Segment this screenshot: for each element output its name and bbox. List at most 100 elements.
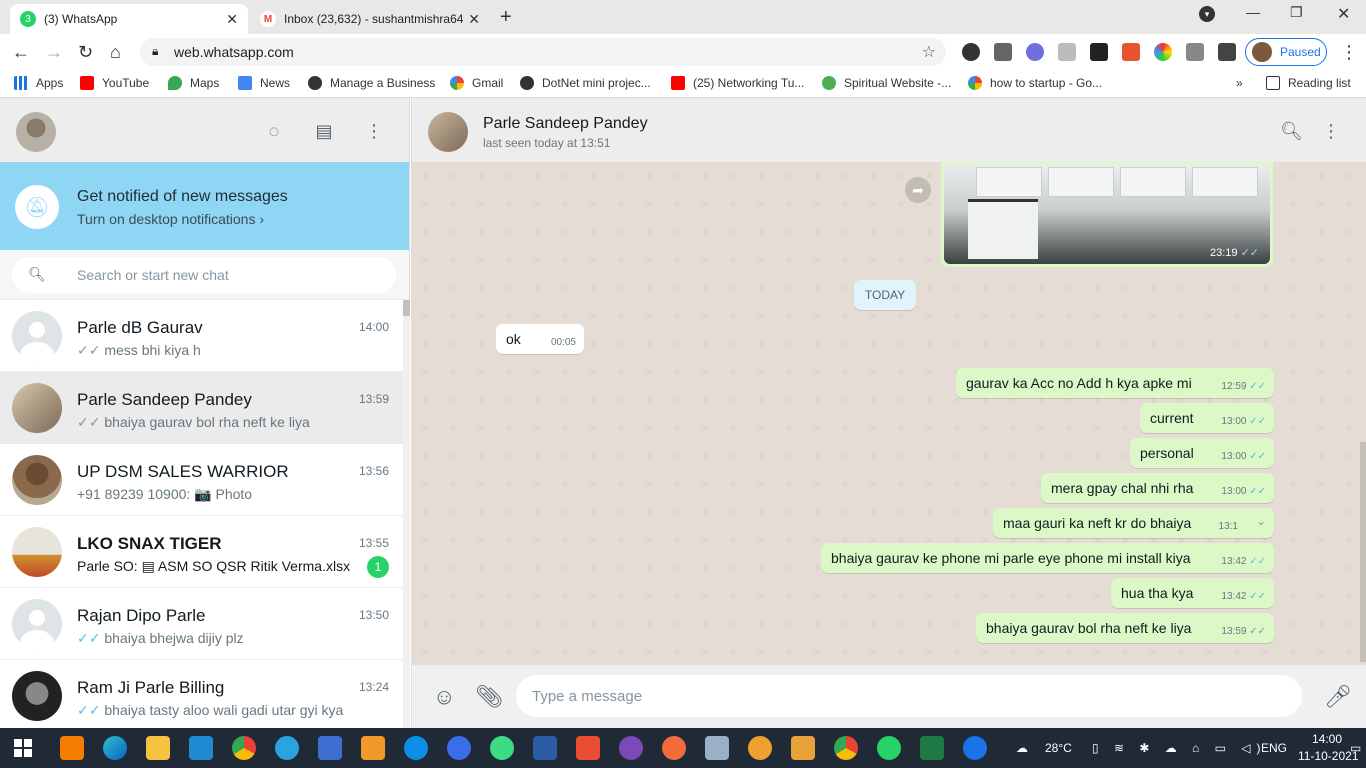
edge-icon[interactable] (103, 736, 127, 760)
chat-item[interactable]: Ram Ji Parle Billing 13:24 ✓✓ bhaiya tas… (0, 660, 409, 732)
extension-icon[interactable] (994, 43, 1012, 61)
close-icon[interactable]: ✕ (468, 11, 480, 28)
git-icon[interactable] (576, 736, 600, 760)
outgoing-message[interactable]: maa gauri ka neft kr do bhaiya 13:1 ⌄ (993, 508, 1274, 538)
help-icon[interactable] (963, 736, 987, 760)
bookmark-maps[interactable]: Maps (168, 76, 219, 90)
outgoing-message[interactable]: bhaiya gaurav ke phone mi parle eye phon… (821, 543, 1274, 573)
tab-gmail[interactable]: M Inbox (23,632) - sushantmishra64 ✕ (250, 4, 490, 34)
more-bookmarks-button[interactable]: » (1236, 76, 1243, 90)
bookmark-news[interactable]: News (238, 76, 290, 90)
tab-search-icon[interactable]: ▾ (1199, 6, 1215, 22)
outgoing-message[interactable]: gaurav ka Acc no Add h kya apke mi 12:59… (956, 368, 1274, 398)
github-icon[interactable] (619, 736, 643, 760)
incoming-message[interactable]: ok 00:05 (496, 324, 584, 354)
extension-icon[interactable] (1026, 43, 1044, 61)
firefox-icon[interactable] (447, 736, 471, 760)
chrome-icon[interactable] (232, 736, 256, 760)
bookmark-startup[interactable]: how to startup - Go... (968, 76, 1102, 90)
chat-item[interactable]: LKO SNAX TIGER 13:55 Parle SO: ▤ ASM SO … (0, 516, 409, 588)
language-indicator[interactable]: ENG (1261, 741, 1287, 755)
reading-list-button[interactable]: Reading list (1266, 76, 1351, 90)
chat-item[interactable]: Parle dB Gaurav 14:00 ✓✓ mess bhi kiya h (0, 300, 409, 372)
clock-time[interactable]: 14:00 (1312, 732, 1342, 746)
microphone-icon[interactable]: 🎤︎ (1324, 684, 1352, 710)
windows-start-icon[interactable] (14, 739, 32, 757)
extension-k-icon[interactable] (962, 43, 980, 61)
chrome-icon[interactable] (834, 736, 858, 760)
bookmark-star-icon[interactable]: ☆ (922, 42, 936, 62)
weather-icon[interactable]: ☁ (1016, 741, 1028, 755)
message-input[interactable]: Type a message (516, 675, 1302, 717)
weather-temp[interactable]: 28°C (1045, 741, 1072, 755)
whatsapp-icon[interactable] (877, 736, 901, 760)
notification-link[interactable]: Turn on desktop notifications › (77, 211, 264, 227)
menu-icon[interactable]: ⋮ (1320, 120, 1342, 142)
address-bar[interactable]: 🔒︎ web.whatsapp.com ☆ (140, 38, 946, 66)
profile-button[interactable]: Paused (1245, 38, 1327, 66)
avatar[interactable] (16, 112, 56, 152)
camera-icon[interactable] (1186, 43, 1204, 61)
extension-icon[interactable] (1090, 43, 1108, 61)
bookmark-networking[interactable]: (25) Networking Tu... (671, 76, 804, 90)
bookmark-spiritual[interactable]: Spiritual Website -... (822, 76, 951, 90)
forward-icon[interactable]: ➦ (905, 177, 931, 203)
chat-list-scrollbar[interactable] (403, 300, 410, 728)
puzzle-icon[interactable] (1218, 43, 1236, 61)
notifications-icon[interactable]: ▭ (1350, 741, 1361, 755)
message-scrollbar[interactable] (1360, 162, 1366, 665)
outgoing-message[interactable]: mera gpay chal nhi rha 13:00 ✓✓ (1041, 473, 1274, 503)
vscode-icon[interactable] (189, 736, 213, 760)
extension-icon[interactable] (1122, 43, 1140, 61)
scrollbar-thumb[interactable] (1360, 442, 1366, 662)
teamviewer-icon[interactable] (404, 736, 428, 760)
excel-icon[interactable] (920, 736, 944, 760)
postman-icon[interactable] (662, 736, 686, 760)
chat-item[interactable]: Parle Sandeep Pandey 13:59 ✓✓ bhaiya gau… (0, 372, 409, 444)
outgoing-message[interactable]: personal 13:00 ✓✓ (1130, 438, 1274, 468)
outgoing-message[interactable]: current 13:00 ✓✓ (1140, 403, 1274, 433)
image-message[interactable]: 23:19 ✓✓ (941, 162, 1273, 267)
new-chat-icon[interactable]: ▤ (313, 120, 335, 142)
outgoing-message[interactable]: hua tha kya 13:42 ✓✓ (1111, 578, 1274, 608)
extension-icon[interactable] (1154, 43, 1172, 61)
forward-icon[interactable]: → (45, 42, 63, 63)
bookmark-youtube[interactable]: YouTube (80, 76, 149, 90)
avatar[interactable] (428, 112, 468, 152)
android-studio-icon[interactable] (490, 736, 514, 760)
attach-icon[interactable]: 📎︎ (475, 684, 503, 710)
bookmark-dotnet[interactable]: DotNet mini projec... (520, 76, 651, 90)
tray-icons[interactable]: ▯ ≋ ✱ ☁ ⌂ ▭ ◁) (1092, 741, 1267, 755)
emoji-icon[interactable]: ☺ (433, 684, 455, 710)
powershell-icon[interactable] (533, 736, 557, 760)
bookmark-apps[interactable]: Apps (14, 76, 63, 90)
notification-banner[interactable]: 🔕︎ Get notified of new messages Turn on … (0, 162, 409, 250)
new-tab-button[interactable]: + (500, 6, 512, 29)
extension-icon[interactable] (1058, 43, 1076, 61)
tab-whatsapp[interactable]: 3 (3) WhatsApp ✕ (10, 4, 248, 34)
outlook-icon[interactable] (791, 736, 815, 760)
sublime-icon[interactable] (361, 736, 385, 760)
brave-icon[interactable] (748, 736, 772, 760)
close-icon[interactable]: ✕ (226, 11, 238, 28)
chevron-down-icon[interactable]: ⌄ (1256, 514, 1266, 528)
app-icon[interactable] (705, 736, 729, 760)
menu-icon[interactable]: ⋮ (1340, 42, 1358, 63)
maximize-icon[interactable]: ❐ (1290, 4, 1303, 21)
status-icon[interactable]: ◌ (263, 120, 285, 142)
telegram-icon[interactable] (275, 736, 299, 760)
chat-item[interactable]: UP DSM SALES WARRIOR 13:56 +91 89239 109… (0, 444, 409, 516)
search-icon[interactable]: 🔍︎ (1280, 120, 1303, 142)
conversation-header[interactable]: Parle Sandeep Pandey last seen today at … (411, 98, 1366, 162)
app-icon[interactable] (318, 736, 342, 760)
bookmark-gmail[interactable]: Gmail (450, 76, 503, 90)
lock-icon[interactable]: 🔒︎ (152, 44, 158, 59)
xampp-icon[interactable] (60, 736, 84, 760)
scrollbar-thumb[interactable] (403, 300, 410, 316)
menu-icon[interactable]: ⋮ (363, 120, 385, 142)
reload-icon[interactable]: ↻ (78, 42, 93, 63)
back-icon[interactable]: ← (12, 42, 30, 63)
home-icon[interactable]: ⌂ (110, 42, 121, 63)
minimize-icon[interactable]: — (1246, 4, 1260, 20)
close-window-icon[interactable]: ✕ (1337, 4, 1350, 24)
